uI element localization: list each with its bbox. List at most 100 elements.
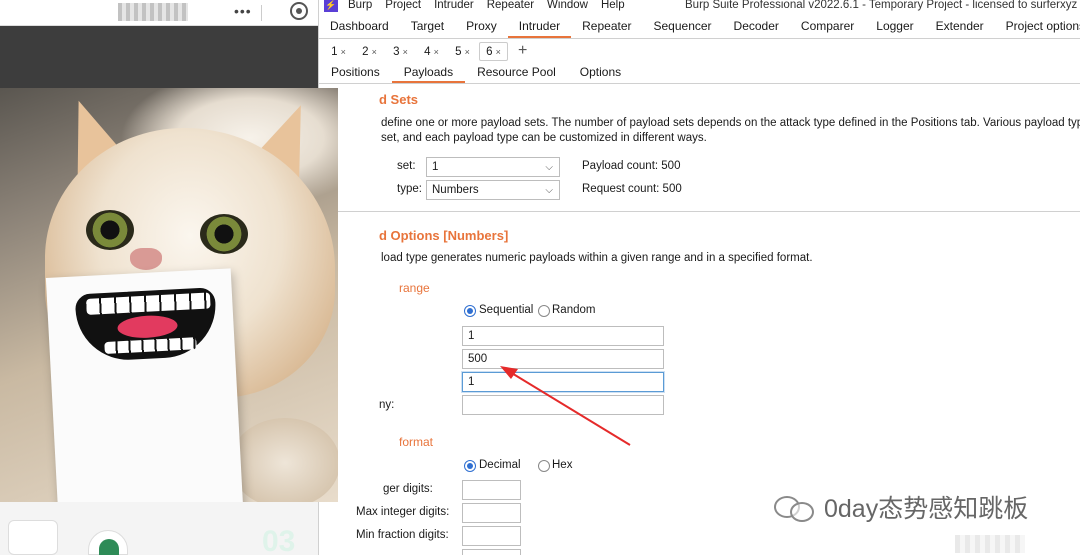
max-fraction-digits-input[interactable] <box>462 549 521 555</box>
request-count: Request count: 500 <box>582 183 682 195</box>
attack-tab-bar: 1 × 2 × 3 × 4 × 5 × 6 × + <box>319 40 1080 62</box>
intruder-sub-tabs: Positions Payloads Resource Pool Options <box>319 62 1080 84</box>
attack-tab-label: 4 <box>424 45 431 58</box>
close-icon[interactable]: × <box>403 47 408 57</box>
tab-positions[interactable]: Positions <box>319 62 392 83</box>
close-icon[interactable]: × <box>496 47 501 57</box>
attack-tab-4[interactable]: 4 × <box>417 42 446 61</box>
record-icon <box>290 2 308 20</box>
to-input[interactable]: 500 <box>462 349 664 369</box>
tab-repeater[interactable]: Repeater <box>571 16 642 38</box>
menu-repeater[interactable]: Repeater <box>487 0 534 11</box>
attack-tab-1[interactable]: 1 × <box>324 42 353 61</box>
payload-sets-description-1: define one or more payload sets. The num… <box>381 117 1080 129</box>
cat-photo-overlay <box>0 88 338 502</box>
add-tab-icon[interactable]: + <box>518 42 527 60</box>
how-many-input[interactable] <box>462 395 664 415</box>
payload-sets-title: d Sets <box>379 92 419 107</box>
main-tab-bar: Dashboard Target Proxy Intruder Repeater… <box>319 16 1080 39</box>
drawn-tongue <box>117 314 179 340</box>
menu-window[interactable]: Window <box>547 0 588 11</box>
attack-tab-label: 6 <box>486 45 493 58</box>
min-integer-digits-label: ger digits: <box>383 483 433 495</box>
divider <box>261 5 262 21</box>
tab-comparer[interactable]: Comparer <box>790 16 865 38</box>
tab-project-options[interactable]: Project options <box>995 16 1080 38</box>
watermark: 0day态势感知跳板 <box>772 489 1028 525</box>
hex-label: Hex <box>552 459 573 471</box>
wechat-icon <box>772 492 816 522</box>
max-integer-digits-input[interactable] <box>462 503 521 523</box>
tab-target[interactable]: Target <box>400 16 455 38</box>
step-input[interactable]: 1 <box>462 372 664 392</box>
blurred-region <box>955 535 1025 553</box>
section-divider <box>319 211 1080 212</box>
payload-type-value: Numbers <box>432 184 479 196</box>
attack-tab-6[interactable]: 6 × <box>479 41 508 61</box>
cat-eye-left <box>86 210 134 250</box>
close-icon[interactable]: × <box>372 47 377 57</box>
burp-logo-icon: ⚡ <box>324 0 338 12</box>
attack-tab-3[interactable]: 3 × <box>386 42 415 61</box>
tab-proxy[interactable]: Proxy <box>455 16 508 38</box>
decimal-radio[interactable] <box>464 460 476 472</box>
min-integer-digits-input[interactable] <box>462 480 521 500</box>
from-input[interactable]: 1 <box>462 326 664 346</box>
payload-options-title: d Options [Numbers] <box>379 228 509 243</box>
random-radio[interactable] <box>538 305 550 317</box>
menu-intruder[interactable]: Intruder <box>434 0 474 11</box>
tab-options[interactable]: Options <box>568 62 633 83</box>
drawn-teeth-top <box>85 292 211 315</box>
window-title: Burp Suite Professional v2022.6.1 - Temp… <box>685 0 1078 11</box>
min-fraction-digits-label: Min fraction digits: <box>356 529 449 541</box>
number-format-title: format <box>399 435 434 449</box>
payload-sets-description-2: set, and each payload type can be custom… <box>381 132 707 144</box>
menu-burp[interactable]: Burp <box>348 0 372 11</box>
decimal-label: Decimal <box>479 459 521 471</box>
payload-count: Payload count: 500 <box>582 160 681 172</box>
blurred-title <box>118 3 188 21</box>
tab-intruder[interactable]: Intruder <box>507 16 572 38</box>
cat-eye-right <box>200 214 248 254</box>
tab-dashboard[interactable]: Dashboard <box>319 16 400 38</box>
tab-decoder[interactable]: Decoder <box>723 16 790 38</box>
hex-radio[interactable] <box>538 460 550 472</box>
payload-set-value: 1 <box>432 161 439 173</box>
cat-nose <box>130 248 162 270</box>
background-dark-band <box>0 26 318 88</box>
close-icon[interactable]: × <box>465 47 470 57</box>
random-label: Random <box>552 304 596 316</box>
payload-options-description: load type generates numeric payloads wit… <box>381 252 813 264</box>
sequential-label: Sequential <box>479 304 534 316</box>
screenshot-stage: { "menu": { "logo_glyph": "⚡", "items": … <box>0 0 1080 555</box>
chevron-down-icon: ⌵ <box>545 162 553 173</box>
tab-sequencer[interactable]: Sequencer <box>643 16 723 38</box>
phone-thumbnail <box>8 520 58 555</box>
tab-logger[interactable]: Logger <box>865 16 924 38</box>
more-dots-icon: ••• <box>234 3 252 19</box>
drawn-teeth-bottom <box>104 337 197 355</box>
payload-type-select[interactable]: Numbers ⌵ <box>426 180 560 200</box>
menu-help[interactable]: Help <box>601 0 625 11</box>
tab-extender[interactable]: Extender <box>925 16 995 38</box>
attack-tab-label: 2 <box>362 45 369 58</box>
sequential-radio[interactable] <box>464 305 476 317</box>
payloads-panel: d Sets define one or more payload sets. … <box>319 86 1080 555</box>
faded-digits: 03 <box>262 525 296 555</box>
burp-window: ⚡ Burp Project Intruder Repeater Window … <box>318 0 1080 555</box>
drawn-mouth <box>74 287 219 363</box>
tab-resource-pool[interactable]: Resource Pool <box>465 62 568 83</box>
number-range-title: range <box>399 281 430 295</box>
close-icon[interactable]: × <box>434 47 439 57</box>
menu-project[interactable]: Project <box>385 0 421 11</box>
min-fraction-digits-input[interactable] <box>462 526 521 546</box>
tab-payloads[interactable]: Payloads <box>391 62 466 83</box>
attack-tab-label: 1 <box>331 45 338 58</box>
payload-set-select[interactable]: 1 ⌵ <box>426 157 560 177</box>
close-icon[interactable]: × <box>341 47 346 57</box>
attack-tab-5[interactable]: 5 × <box>448 42 477 61</box>
attack-tab-2[interactable]: 2 × <box>355 42 384 61</box>
payload-set-label: set: <box>397 160 416 172</box>
attack-tab-label: 5 <box>455 45 462 58</box>
chevron-down-icon: ⌵ <box>545 185 553 196</box>
